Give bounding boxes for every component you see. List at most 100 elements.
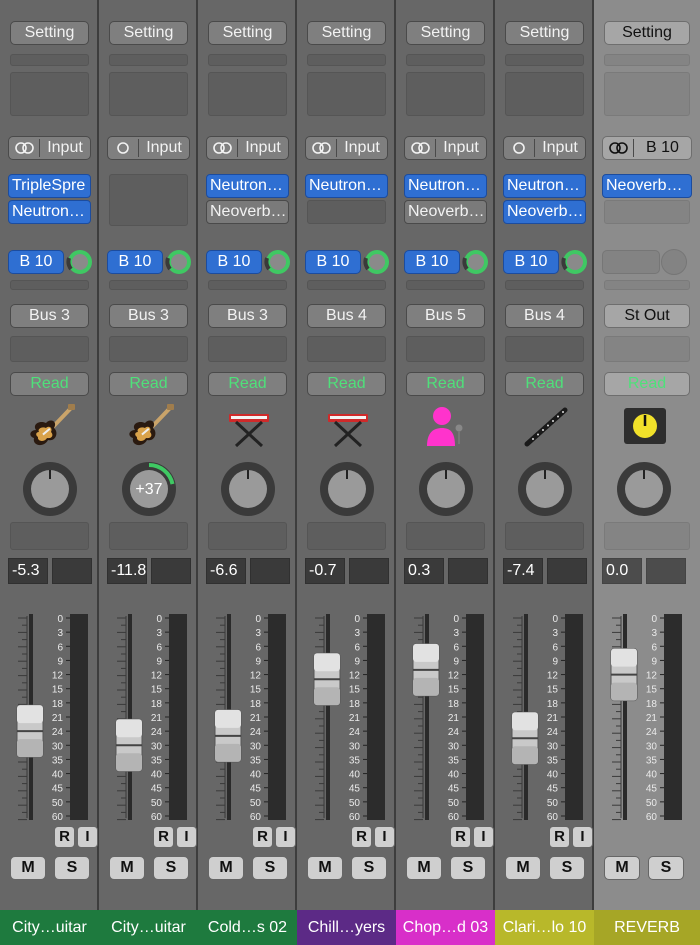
eq-display[interactable] — [109, 54, 188, 66]
track-name[interactable]: Chill…yers — [297, 910, 396, 945]
eq-display[interactable] — [208, 54, 287, 66]
send-button[interactable]: B 10 — [8, 250, 64, 274]
mute-button[interactable]: M — [505, 856, 541, 880]
peak-level-readout[interactable]: -11.8 — [107, 558, 147, 584]
solo-button[interactable]: S — [351, 856, 387, 880]
fader-cap[interactable] — [214, 709, 242, 763]
midi-fx-slot[interactable] — [505, 72, 584, 116]
record-enable-button[interactable]: R — [450, 826, 471, 848]
midi-fx-slot[interactable] — [604, 72, 690, 116]
gain-readout[interactable] — [52, 558, 92, 584]
record-enable-button[interactable]: R — [351, 826, 372, 848]
audio-fx-plugin-slot[interactable]: Neoverb… — [602, 174, 692, 198]
send-button[interactable]: B 10 — [305, 250, 361, 274]
audio-fx-plugin-slot[interactable]: Neutron… — [8, 200, 91, 224]
mono-input-icon[interactable] — [508, 140, 532, 156]
input-monitor-button[interactable]: I — [275, 826, 296, 848]
stereo-link-icon[interactable] — [607, 140, 631, 156]
send-slot-empty[interactable] — [10, 280, 89, 290]
midi-fx-slot[interactable] — [109, 72, 188, 116]
input-monitor-button[interactable]: I — [572, 826, 593, 848]
stereo-link-icon[interactable] — [310, 140, 334, 156]
group-slot[interactable] — [109, 336, 188, 362]
send-level-knob[interactable] — [462, 248, 490, 276]
peak-level-readout[interactable]: -0.7 — [305, 558, 345, 584]
solo-button[interactable]: S — [549, 856, 585, 880]
peak-level-readout[interactable]: 0.0 — [602, 558, 642, 584]
gain-readout[interactable] — [151, 558, 191, 584]
midi-fx-slot[interactable] — [10, 72, 89, 116]
automation-mode-button[interactable]: Read — [208, 372, 287, 396]
group-slot[interactable] — [505, 336, 584, 362]
group-slot[interactable] — [307, 336, 386, 362]
output-button[interactable]: Bus 4 — [307, 304, 386, 328]
send-slot-empty[interactable] — [505, 280, 584, 290]
output-button[interactable]: Bus 3 — [109, 304, 188, 328]
solo-button[interactable]: S — [153, 856, 189, 880]
peak-level-readout[interactable]: -7.4 — [503, 558, 543, 584]
output-button[interactable]: St Out — [604, 304, 690, 328]
track-name[interactable]: Clari…lo 10 — [495, 910, 594, 945]
input-button[interactable]: Input — [107, 136, 190, 160]
automation-mode-button[interactable]: Read — [109, 372, 188, 396]
midi-fx-slot[interactable] — [208, 72, 287, 116]
midi-fx-slot[interactable] — [307, 72, 386, 116]
automation-mode-button[interactable]: Read — [406, 372, 485, 396]
pan-knob[interactable] — [417, 460, 475, 518]
send-knob-empty[interactable] — [661, 249, 687, 275]
mute-button[interactable]: M — [604, 856, 640, 880]
send-button[interactable]: B 10 — [107, 250, 163, 274]
volume-fader[interactable]: 0 3 6 9 12 15 18 21 24 30 35 40 45 50 60 — [0, 608, 98, 828]
fader-cap[interactable] — [610, 648, 638, 702]
solo-button[interactable]: S — [450, 856, 486, 880]
input-monitor-button[interactable]: I — [176, 826, 197, 848]
audio-fx-plugin-slot[interactable]: Neoverb… — [503, 200, 586, 224]
input-monitor-button[interactable]: I — [374, 826, 395, 848]
send-slot-empty[interactable] — [604, 280, 690, 290]
record-enable-button[interactable]: R — [54, 826, 75, 848]
volume-fader[interactable]: 0 3 6 9 12 15 18 21 24 30 35 40 45 50 60 — [297, 608, 395, 828]
output-button[interactable]: Bus 5 — [406, 304, 485, 328]
audio-fx-empty-slot[interactable] — [307, 200, 386, 224]
mono-input-icon[interactable] — [112, 140, 136, 156]
output-button[interactable]: Bus 4 — [505, 304, 584, 328]
track-name[interactable]: Cold…s 02 — [198, 910, 297, 945]
solo-button[interactable]: S — [648, 856, 684, 880]
send-level-knob[interactable] — [363, 248, 391, 276]
audio-fx-plugin-slot[interactable]: Neoverb… — [404, 200, 487, 224]
mute-button[interactable]: M — [307, 856, 343, 880]
audio-fx-plugin-slot[interactable]: Neutron… — [206, 174, 289, 198]
solo-button[interactable]: S — [252, 856, 288, 880]
send-slot-empty[interactable] — [208, 280, 287, 290]
gain-readout[interactable] — [646, 558, 686, 584]
send-slot-empty[interactable] — [109, 280, 188, 290]
gain-readout[interactable] — [250, 558, 290, 584]
automation-mode-button[interactable]: Read — [505, 372, 584, 396]
automation-mode-button[interactable]: Read — [10, 372, 89, 396]
setting-button[interactable]: Setting — [208, 21, 287, 45]
volume-fader[interactable]: 0 3 6 9 12 15 18 21 24 30 35 40 45 50 60 — [495, 608, 593, 828]
gain-readout[interactable] — [547, 558, 587, 584]
eq-display[interactable] — [505, 54, 584, 66]
mute-button[interactable]: M — [406, 856, 442, 880]
fader-cap[interactable] — [313, 652, 341, 706]
audio-fx-plugin-slot[interactable]: Neoverb… — [206, 200, 289, 224]
audio-fx-plugin-slot[interactable]: Neutron… — [503, 174, 586, 198]
audio-fx-plugin-slot[interactable]: Neutron… — [305, 174, 388, 198]
audio-fx-empty-slot[interactable] — [109, 174, 188, 226]
send-slot-empty[interactable] — [406, 280, 485, 290]
group-slot[interactable] — [208, 336, 287, 362]
send-slot-empty[interactable] — [307, 280, 386, 290]
input-button[interactable]: Input — [8, 136, 91, 160]
send-level-knob[interactable] — [165, 248, 193, 276]
setting-button[interactable]: Setting — [307, 21, 386, 45]
fader-cap[interactable] — [511, 711, 539, 765]
track-name[interactable]: Chop…d 03 — [396, 910, 495, 945]
pan-knob[interactable] — [219, 460, 277, 518]
volume-fader[interactable]: 0 3 6 9 12 15 18 21 24 30 35 40 45 50 60 — [594, 608, 692, 828]
pan-knob[interactable] — [318, 460, 376, 518]
input-monitor-button[interactable]: I — [473, 826, 494, 848]
group-slot[interactable] — [10, 336, 89, 362]
output-button[interactable]: Bus 3 — [208, 304, 287, 328]
input-button[interactable]: B 10 — [602, 136, 692, 160]
